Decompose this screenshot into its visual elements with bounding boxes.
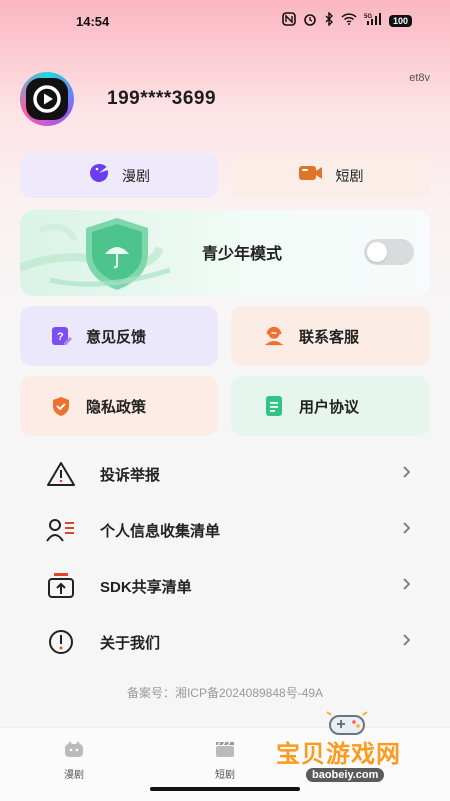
tab-manhua[interactable]: 漫剧 [20,153,218,198]
nav-manhua[interactable]: 漫剧 [44,740,104,781]
phone-number: 199****3699 [107,88,217,109]
svg-text:?: ? [57,331,64,343]
wifi-icon [341,13,357,29]
tab-manhua-label: 漫剧 [122,167,150,184]
status-time: 14:54 [76,14,110,29]
customer-service-button[interactable]: 联系客服 [231,306,430,366]
nav-duanju[interactable]: 短剧 [195,740,255,781]
chevron-right-icon [402,465,411,483]
tab-duanju[interactable]: 短剧 [231,153,430,198]
customer-service-icon [263,325,285,347]
watermark-title: 宝贝游戏网 [276,741,401,768]
menu-item-label: SDK共享清单 [100,578,192,596]
menu-item-label: 投诉举报 [100,466,161,484]
info-icon [44,625,78,659]
menu-item-label: 关于我们 [100,634,161,652]
warning-icon [44,457,78,491]
menu-item-sdk-share-list[interactable]: SDK共享清单 [20,558,430,614]
feedback-label: 意见反馈 [86,328,147,346]
nav-manhua-label: 漫剧 [64,770,84,781]
menu-item-about-us[interactable]: 关于我们 [20,614,430,670]
battery-indicator: 100 [388,15,412,27]
toggle-knob [367,242,387,262]
privacy-policy-button[interactable]: 隐私政策 [20,376,218,436]
privacy-policy-label: 隐私政策 [86,398,147,416]
home-indicator [150,787,300,791]
menu-item-label: 个人信息收集清单 [100,522,221,540]
feedback-icon: ? [50,325,72,347]
user-list-icon [44,513,78,547]
avatar[interactable] [20,72,74,126]
icp-record: 备案号：湘ICP备2024089848号-49A [126,686,324,700]
teen-mode-label: 青少年模式 [202,246,283,263]
watermark-url: baobeiy.com [306,768,385,782]
status-icons: 5G 100 [282,11,412,30]
chevron-right-icon [402,633,411,651]
cellular-signal-icon: 5G [364,12,382,30]
nav-duanju-label: 短剧 [215,770,235,781]
video-camera-icon [298,163,324,188]
user-id-code: et8v [409,72,430,84]
alarm-icon [303,12,317,30]
menu-item-complaint[interactable]: 投诉举报 [20,446,430,502]
chevron-right-icon [402,577,411,595]
document-icon [263,395,285,417]
feedback-button[interactable]: ? 意见反馈 [20,306,218,366]
pacman-icon [88,162,110,189]
nfc-icon [282,12,296,30]
user-agreement-button[interactable]: 用户协议 [231,376,430,436]
share-box-icon [44,569,78,603]
teen-mode-toggle[interactable] [364,239,414,265]
teen-shield-icon [20,218,171,290]
user-agreement-label: 用户协议 [299,398,360,416]
play-logo-icon [26,78,68,120]
watermark-logo: 宝贝游戏网 baobeiy.com [270,708,440,794]
teen-mode-card: 青少年模式 [20,210,430,296]
shield-icon [50,395,72,417]
chevron-right-icon [402,521,411,539]
manhua-icon [44,740,104,761]
status-bar: 14:54 5G 100 [0,0,450,44]
customer-service-label: 联系客服 [299,328,360,346]
tab-duanju-label: 短剧 [335,167,364,184]
clapper-icon [195,740,255,761]
bluetooth-icon [324,11,334,30]
menu-item-personal-info-list[interactable]: 个人信息收集清单 [20,502,430,558]
